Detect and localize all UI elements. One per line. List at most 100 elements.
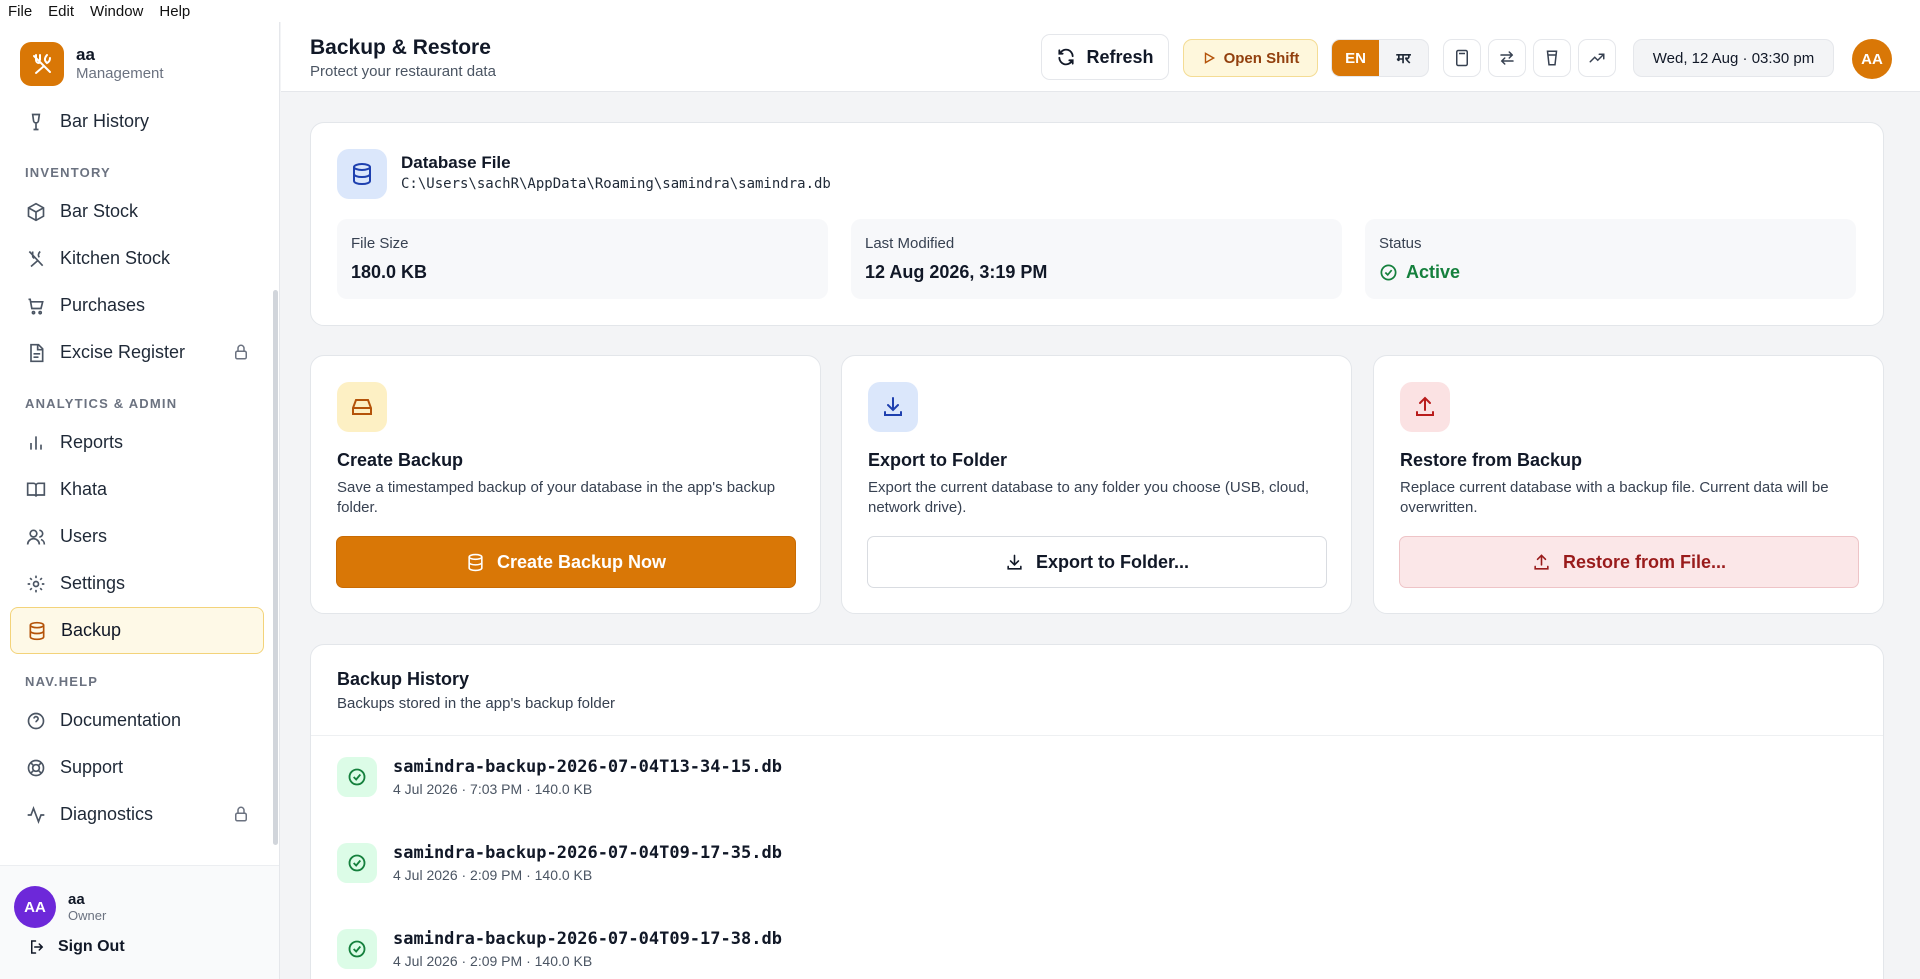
header: Backup & Restore Protect your restaurant…: [281, 22, 1920, 92]
backup-history-card: Backup History Backups stored in the app…: [310, 644, 1884, 979]
sidebar-item-bar-stock[interactable]: Bar Stock: [10, 188, 264, 235]
calculator-button[interactable]: [1443, 39, 1481, 77]
brand-subtitle: Management: [76, 65, 164, 82]
language-toggle: EN मर: [1331, 39, 1429, 77]
menu-window[interactable]: Window: [90, 3, 143, 20]
download-icon: [868, 382, 918, 432]
brand[interactable]: aa Management: [20, 42, 164, 86]
sidebar-item-label: Diagnostics: [60, 804, 154, 824]
restore-backup-description: Replace current database with a backup f…: [1400, 479, 1829, 516]
export-folder-button-label: Export to Folder...: [1035, 551, 1189, 572]
lifebuoy-icon: [26, 758, 46, 778]
backup-file-name: samindra-backup-2026-07-04T09-17-35.db: [393, 843, 782, 863]
database-file-card: Database File C:\Users\sachR\AppData\Roa…: [310, 122, 1884, 326]
stat-status: Status Active: [1365, 219, 1856, 299]
glass-button[interactable]: [1533, 39, 1571, 77]
sidebar-item-label: Backup: [61, 620, 122, 640]
sidebar-item-label: Settings: [60, 573, 126, 593]
backup-file-meta: 4 Jul 2026 · 2:09 PM · 140.0 KB: [393, 867, 593, 883]
download-icon: [1005, 553, 1024, 572]
sign-out-button[interactable]: Sign Out: [28, 938, 125, 956]
swap-button[interactable]: [1488, 39, 1526, 77]
menu-edit[interactable]: Edit: [48, 3, 74, 20]
user-profile[interactable]: AA aa Owner: [14, 886, 106, 928]
cart-icon: [26, 296, 46, 316]
database-icon: [27, 621, 47, 641]
database-path: C:\Users\sachR\AppData\Roaming\samindra\…: [401, 176, 831, 192]
refresh-button[interactable]: Refresh: [1041, 34, 1169, 80]
backup-file-meta: 4 Jul 2026 · 7:03 PM · 140.0 KB: [393, 781, 593, 797]
book-icon: [26, 480, 46, 500]
avatar: AA: [14, 886, 56, 928]
lock-icon: [232, 805, 250, 823]
sidebar-item-label: Khata: [60, 479, 108, 499]
check-circle-icon: [337, 843, 377, 883]
menu-bar: File Edit Window Help: [0, 0, 1920, 22]
create-backup-button[interactable]: Create Backup Now: [336, 536, 796, 588]
menu-help[interactable]: Help: [159, 3, 190, 20]
create-backup-title: Create Backup: [337, 450, 464, 470]
export-folder-button[interactable]: Export to Folder...: [867, 536, 1327, 588]
section-analytics-admin: ANALYTICS & ADMIN: [25, 396, 178, 411]
swap-icon: [1498, 49, 1516, 67]
sidebar-item-reports[interactable]: Reports: [10, 419, 264, 466]
sidebar-item-label: Bar Stock: [60, 201, 139, 221]
sidebar-item-backup[interactable]: Backup: [10, 607, 264, 654]
sidebar-item-diagnostics[interactable]: Diagnostics: [10, 791, 264, 838]
lang-mr-button[interactable]: मर: [1379, 40, 1428, 76]
check-circle-icon: [1379, 263, 1398, 282]
sidebar-item-label: Excise Register: [60, 342, 186, 362]
sidebar-item-bar-history[interactable]: Bar History: [10, 98, 264, 145]
sidebar-item-label: Documentation: [60, 710, 182, 730]
upload-icon: [1400, 382, 1450, 432]
sign-out-icon: [28, 938, 46, 956]
bar-chart-icon: [26, 433, 46, 453]
open-shift-button[interactable]: Open Shift: [1183, 39, 1318, 77]
database-icon: [337, 149, 387, 199]
sidebar-item-khata[interactable]: Khata: [10, 466, 264, 513]
lang-en-button[interactable]: EN: [1332, 40, 1379, 76]
sidebar-scrollbar[interactable]: [273, 290, 278, 845]
section-inventory: INVENTORY: [25, 165, 111, 180]
calculator-icon: [1453, 49, 1471, 67]
file-icon: [26, 343, 46, 363]
trending-button[interactable]: [1578, 39, 1616, 77]
sidebar-item-support[interactable]: Support: [10, 744, 264, 791]
sidebar-item-users[interactable]: Users: [10, 513, 264, 560]
restore-file-button[interactable]: Restore from File...: [1399, 536, 1859, 588]
sidebar-item-kitchen-stock[interactable]: Kitchen Stock: [10, 235, 264, 282]
backup-history-title: Backup History: [337, 669, 470, 689]
activity-icon: [26, 805, 46, 825]
sidebar-item-settings[interactable]: Settings: [10, 560, 264, 607]
section-nav-help: NAV.HELP: [25, 674, 99, 689]
list-item[interactable]: samindra-backup-2026-07-04T13-34-15.db 4…: [337, 747, 782, 807]
backup-file-name: samindra-backup-2026-07-04T13-34-15.db: [393, 757, 782, 777]
fork-knife-icon: [20, 42, 64, 86]
database-icon: [466, 553, 485, 572]
database-file-title: Database File: [401, 153, 511, 172]
box-icon: [26, 202, 46, 222]
brand-name: aa: [76, 45, 95, 64]
backup-history-subtitle: Backups stored in the app's backup folde…: [337, 695, 616, 712]
stat-label: Status: [1379, 235, 1422, 252]
divider: [311, 735, 1883, 736]
upload-icon: [1532, 553, 1551, 572]
sidebar-item-purchases[interactable]: Purchases: [10, 282, 264, 329]
stat-label: Last Modified: [865, 235, 955, 252]
bar-history-icon: [26, 112, 46, 132]
user-role: Owner: [68, 908, 107, 923]
user-card: AA aa Owner Sign Out: [0, 865, 279, 979]
menu-file[interactable]: File: [8, 3, 32, 20]
restore-backup-title: Restore from Backup: [1400, 450, 1583, 470]
list-item[interactable]: samindra-backup-2026-07-04T09-17-35.db 4…: [337, 833, 782, 893]
stat-label: File Size: [351, 235, 409, 252]
sidebar-item-documentation[interactable]: Documentation: [10, 697, 264, 744]
stat-value: 180.0 KB: [351, 262, 428, 282]
create-backup-button-label: Create Backup Now: [496, 551, 667, 572]
list-item[interactable]: samindra-backup-2026-07-04T09-17-38.db 4…: [337, 919, 782, 979]
sidebar-item-excise-register[interactable]: Excise Register: [10, 329, 264, 376]
page-title: Backup & Restore: [310, 36, 491, 59]
stat-value: 12 Aug 2026, 3:19 PM: [865, 262, 1048, 282]
header-avatar[interactable]: AA: [1852, 39, 1892, 79]
refresh-label: Refresh: [1086, 46, 1154, 67]
